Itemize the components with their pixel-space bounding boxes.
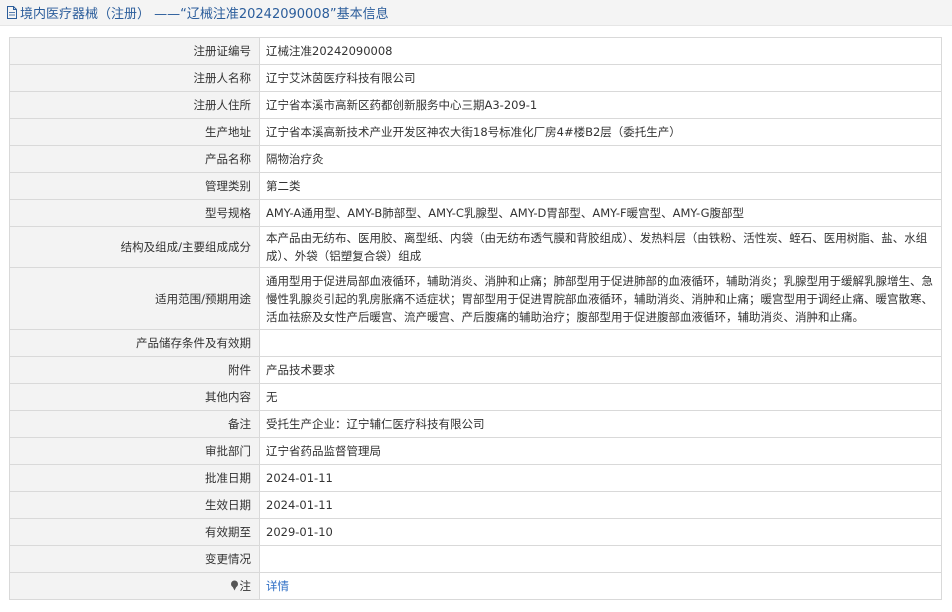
row-value: 无: [259, 383, 942, 411]
row-value: 隔物治疗灸: [259, 145, 942, 173]
table-row: 有效期至 2029-01-10: [9, 518, 942, 546]
row-label: 注册人名称: [9, 64, 260, 92]
row-value: 辽宁省本溪市高新区药都创新服务中心三期A3-209-1: [259, 91, 942, 119]
row-value: 通用型用于促进局部血液循环，辅助消炎、消肿和止痛；肺部型用于促进肺部的血液循环，…: [259, 267, 942, 330]
table-row: 注册人名称 辽宁艾沐茵医疗科技有限公司: [9, 64, 942, 92]
table-row: 适用范围/预期用途 通用型用于促进局部血液循环，辅助消炎、消肿和止痛；肺部型用于…: [9, 267, 942, 330]
row-value: 辽宁省药品监督管理局: [259, 437, 942, 465]
row-label: 生效日期: [9, 491, 260, 519]
row-label: 附件: [9, 356, 260, 384]
row-label: 生产地址: [9, 118, 260, 146]
document-icon: [7, 6, 17, 19]
table-row: 结构及组成/主要组成成分 本产品由无纺布、医用胶、离型纸、内袋（由无纺布透气膜和…: [9, 226, 942, 268]
table-row: 注册证编号 辽械注准20242090008: [9, 37, 942, 65]
row-value: AMY-A通用型、AMY-B肺部型、AMY-C乳腺型、AMY-D胃部型、AMY-…: [259, 199, 942, 227]
row-value: 产品技术要求: [259, 356, 942, 384]
table-row: 注册人住所 辽宁省本溪市高新区药都创新服务中心三期A3-209-1: [9, 91, 942, 119]
page-title: 境内医疗器械（注册） ——“辽械注准20242090008”基本信息: [20, 7, 389, 22]
row-value: 辽宁省本溪高新技术产业开发区神农大街18号标准化厂房4#楼B2层（委托生产）: [259, 118, 942, 146]
row-value: 2024-01-11: [259, 464, 942, 492]
table-row: 变更情况: [9, 545, 942, 573]
detail-link[interactable]: 详情: [266, 579, 289, 593]
row-label: 注册证编号: [9, 37, 260, 65]
note-label-cell: 注: [9, 572, 260, 600]
table-row: 管理类别 第二类: [9, 172, 942, 200]
page-header: 境内医疗器械（注册） ——“辽械注准20242090008”基本信息: [0, 0, 952, 26]
row-value: 受托生产企业：辽宁辅仁医疗科技有限公司: [259, 410, 942, 438]
row-label: 结构及组成/主要组成成分: [9, 226, 260, 268]
row-label: 批准日期: [9, 464, 260, 492]
row-label: 有效期至: [9, 518, 260, 546]
table-row: 生效日期 2024-01-11: [9, 491, 942, 519]
row-label: 其他内容: [9, 383, 260, 411]
note-value: 详情: [259, 572, 942, 600]
table-row: 其他内容 无: [9, 383, 942, 411]
table-row: 备注 受托生产企业：辽宁辅仁医疗科技有限公司: [9, 410, 942, 438]
row-label: 备注: [9, 410, 260, 438]
info-table: 注册证编号 辽械注准20242090008 注册人名称 辽宁艾沐茵医疗科技有限公…: [9, 37, 942, 600]
row-value: [259, 545, 942, 573]
row-value: 辽宁艾沐茵医疗科技有限公司: [259, 64, 942, 92]
row-label: 管理类别: [9, 172, 260, 200]
row-label: 审批部门: [9, 437, 260, 465]
row-value: 本产品由无纺布、医用胶、离型纸、内袋（由无纺布透气膜和背胶组成）、发热料层（由铁…: [259, 226, 942, 268]
row-value: [259, 329, 942, 357]
row-value: 2029-01-10: [259, 518, 942, 546]
row-label: 注册人住所: [9, 91, 260, 119]
pin-icon: [230, 580, 238, 591]
table-row: 附件 产品技术要求: [9, 356, 942, 384]
row-label: 产品名称: [9, 145, 260, 173]
table-row: 生产地址 辽宁省本溪高新技术产业开发区神农大街18号标准化厂房4#楼B2层（委托…: [9, 118, 942, 146]
table-row: 产品储存条件及有效期: [9, 329, 942, 357]
row-label: 型号规格: [9, 199, 260, 227]
row-label: 变更情况: [9, 545, 260, 573]
row-label: 产品储存条件及有效期: [9, 329, 260, 357]
note-row: 注 详情: [9, 572, 942, 600]
table-row: 型号规格 AMY-A通用型、AMY-B肺部型、AMY-C乳腺型、AMY-D胃部型…: [9, 199, 942, 227]
row-label: 适用范围/预期用途: [9, 267, 260, 330]
table-row: 审批部门 辽宁省药品监督管理局: [9, 437, 942, 465]
row-value: 第二类: [259, 172, 942, 200]
row-value: 2024-01-11: [259, 491, 942, 519]
note-label: 注: [239, 579, 252, 593]
table-row: 产品名称 隔物治疗灸: [9, 145, 942, 173]
table-row: 批准日期 2024-01-11: [9, 464, 942, 492]
row-value: 辽械注准20242090008: [259, 37, 942, 65]
